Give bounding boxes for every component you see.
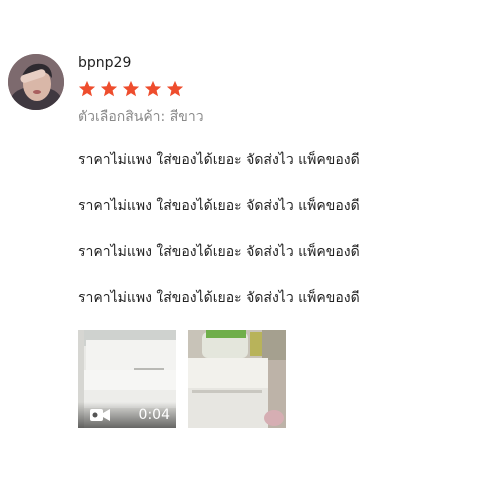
star-icon: [122, 80, 140, 97]
comment-line: ราคาไม่แพง ใส่ของได้เยอะ จัดส่งไว แพ็คขอ…: [78, 198, 360, 214]
review-comment: ราคาไม่แพง ใส่ของได้เยอะ จัดส่งไว แพ็คขอ…: [78, 150, 478, 334]
star-icon: [100, 80, 118, 97]
video-thumbnail[interactable]: 0:04: [78, 330, 176, 428]
avatar[interactable]: [8, 54, 64, 110]
video-duration: 0:04: [138, 407, 170, 423]
star-icon: [78, 80, 96, 97]
comment-line: ราคาไม่แพง ใส่ของได้เยอะ จัดส่งไว แพ็คขอ…: [78, 244, 360, 260]
comment-line: ราคาไม่แพง ใส่ของได้เยอะ จัดส่งไว แพ็คขอ…: [78, 152, 360, 168]
comment-line: ราคาไม่แพง ใส่ของได้เยอะ จัดส่งไว แพ็คขอ…: [78, 290, 360, 306]
image-thumbnail[interactable]: [188, 330, 286, 428]
avatar-image: [8, 54, 64, 110]
product-review: bpnp29 ตัวเลือกสินค้า: สีขาว ราคาไม่แพง …: [0, 0, 485, 485]
video-overlay: 0:04: [78, 402, 176, 428]
video-camera-icon: [90, 409, 110, 421]
reviewer-username: bpnp29: [78, 55, 132, 71]
star-rating: [78, 80, 184, 100]
review-photo: [188, 330, 286, 428]
review-media: 0:04: [78, 330, 286, 428]
product-variation: ตัวเลือกสินค้า: สีขาว: [78, 109, 204, 125]
star-icon: [144, 80, 162, 97]
star-icon: [166, 80, 184, 97]
